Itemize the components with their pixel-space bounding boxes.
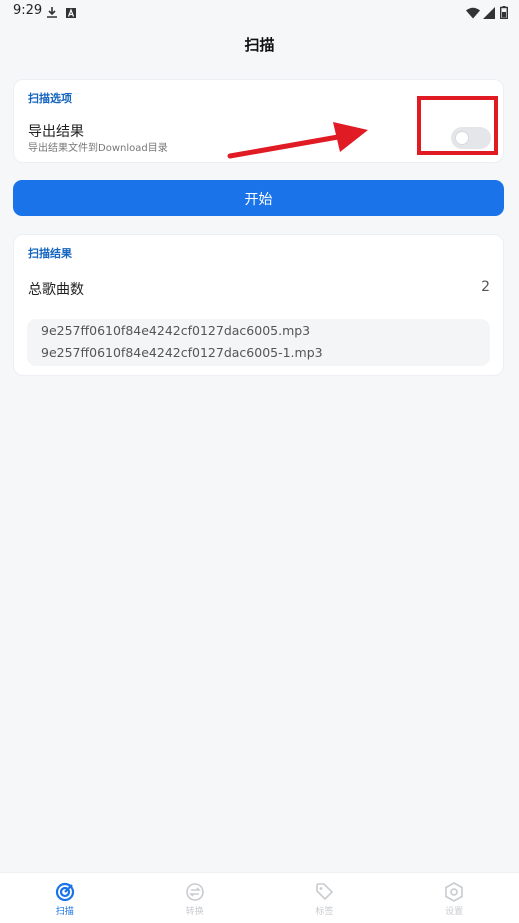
nav-label-settings: 设置 [445, 907, 464, 917]
tag-icon [315, 882, 335, 906]
bottom-navigation: 扫描 转换 标签 设置 [0, 872, 519, 923]
total-songs-label: 总歌曲数 [28, 282, 84, 298]
file-item[interactable]: 9e257ff0610f84e4242cf0127dac6005.mp3 [41, 323, 310, 338]
settings-icon [444, 882, 464, 906]
nav-item-convert[interactable]: 转换 [130, 873, 260, 923]
file-list: 9e257ff0610f84e4242cf0127dac6005.mp3 9e2… [27, 319, 490, 366]
file-item[interactable]: 9e257ff0610f84e4242cf0127dac6005-1.mp3 [41, 345, 323, 360]
nav-label-convert: 转换 [185, 907, 204, 917]
start-button-label: 开始 [244, 191, 273, 207]
annotation-arrow [227, 122, 368, 159]
scan-icon [55, 882, 75, 906]
nav-item-settings[interactable]: 设置 [389, 873, 519, 923]
nav-label-scan: 扫描 [55, 907, 74, 917]
nav-label-tag: 标签 [315, 907, 334, 917]
scan-results-section-title: 扫描结果 [28, 247, 72, 260]
convert-icon [185, 882, 205, 906]
nav-item-tag[interactable]: 标签 [260, 873, 390, 923]
nav-item-scan[interactable]: 扫描 [0, 873, 130, 923]
total-songs-value: 2 [481, 279, 490, 295]
start-button[interactable]: 开始 [13, 180, 504, 216]
scan-results-card: 扫描结果 总歌曲数 2 9e257ff0610f84e4242cf0127dac… [13, 234, 504, 376]
